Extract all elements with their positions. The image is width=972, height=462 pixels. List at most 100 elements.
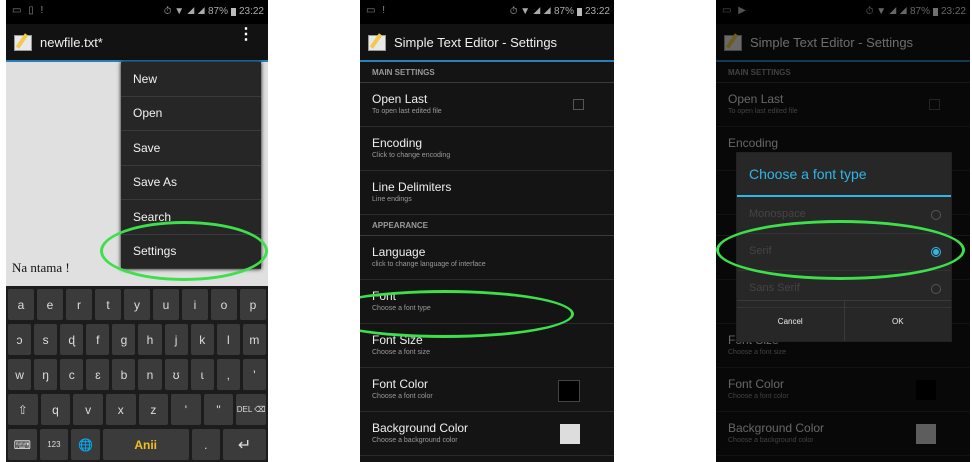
pref-title: Font Size [372,333,423,347]
pref-encoding[interactable]: Encoding Click to change encoding [360,127,614,171]
key[interactable]: s [34,324,58,355]
key[interactable]: c [60,359,84,390]
menu-item-search[interactable]: Search [121,200,261,235]
key[interactable]: n [138,359,162,390]
app-icon[interactable] [12,33,34,51]
battery-percent: 87% [909,6,930,17]
pref-title: Background Color [372,421,469,435]
key[interactable]: ' [242,359,266,390]
pref-title: Line Delimiters [372,180,452,194]
pref-font[interactable]: Font Choose a font type [360,280,614,324]
keyboard-switch-icon[interactable]: ⌨ [8,429,37,460]
menu-item-open[interactable]: Open [121,97,261,131]
editor-text: Na ntama ! [12,260,70,275]
globe-icon[interactable]: 🌐 [71,429,100,460]
key[interactable]: z [138,394,169,425]
option-serif[interactable]: Serif [737,234,951,271]
notification-icons: ▭ ▶ [722,5,748,16]
key[interactable]: ɔ [8,324,32,355]
key[interactable]: , [216,359,240,390]
key[interactable]: l [216,324,240,355]
pref-title: Open Last [728,92,784,106]
key[interactable]: " [203,394,234,425]
key[interactable]: m [242,324,266,355]
key[interactable]: b [112,359,136,390]
open-last-checkbox [929,99,940,110]
section-header-main: MAIN SETTINGS [360,62,614,83]
pref-title: Font [372,289,397,303]
signal-icons: ⏱ ▼ ◢ ◢ [163,6,205,17]
key[interactable]: x [105,394,136,425]
radio-button[interactable] [931,210,941,220]
menu-item-new[interactable]: New [121,62,261,97]
pref-open-last[interactable]: Open Last To open last edited file [360,83,614,127]
key[interactable]: i [182,289,208,320]
overflow-menu: New Open Save Save As Search Settings [121,62,261,269]
keyboard-row-1: a e r t y u i o p [8,289,266,320]
key[interactable]: ɛ [86,359,110,390]
key[interactable]: u [153,289,179,320]
background-color-swatch [916,424,936,444]
pref-subtitle: Choose a font type [372,305,431,312]
pref-background-color[interactable]: Background Color Choose a background col… [360,412,614,456]
key[interactable]: a [8,289,34,320]
radio-button-selected[interactable] [931,247,941,257]
key[interactable]: r [66,289,92,320]
key[interactable]: ŋ [34,359,58,390]
shift-key[interactable]: ⇧ [8,394,38,425]
key[interactable]: ' [171,394,201,425]
delete-key[interactable]: DEL ⌫ [236,394,266,425]
app-icon[interactable] [366,33,388,51]
pref-font-color[interactable]: Font Color Choose a font color [360,368,614,412]
pref-font-size[interactable]: Font Size Choose a font size [360,324,614,368]
pref-line-delimiters[interactable]: Line Delimiters Line endings [360,171,614,215]
option-monospace[interactable]: Monospace [737,197,951,234]
battery-icon [932,7,938,16]
key[interactable]: ɩ [190,359,214,390]
key[interactable]: v [73,394,103,425]
signal-icons: ⏱ ▼ ◢ ◢ [865,6,907,17]
key[interactable]: k [190,324,214,355]
overflow-menu-icon[interactable]: ⋮ [238,27,254,43]
space-key[interactable]: Anii [102,429,189,460]
pref-title: Encoding [372,136,423,150]
option-label: Sans Serif [749,282,800,294]
battery-percent: 87% [553,6,574,17]
key[interactable]: e [37,289,63,320]
key[interactable]: o [211,289,237,320]
key[interactable]: h [138,324,162,355]
open-last-checkbox[interactable] [573,99,584,110]
key[interactable]: ʊ [164,359,188,390]
numbers-key[interactable]: 123 [39,429,69,460]
menu-item-settings[interactable]: Settings [121,235,261,269]
signal-icons: ⏱ ▼ ◢ ◢ [509,6,551,17]
pref-subtitle: Choose a font color [728,393,789,400]
key[interactable]: q [40,394,71,425]
key[interactable]: p [240,289,266,320]
battery-percent: 87% [207,6,228,17]
section-header-main: MAIN SETTINGS [716,62,970,83]
key[interactable]: j [164,324,188,355]
keyboard-row-5: ⌨ 123 🌐 Anii . ↵ [8,429,267,460]
key[interactable]: w [8,359,32,390]
clock: 23:22 [940,6,966,17]
menu-item-save[interactable]: Save [121,131,261,166]
pref-language[interactable]: Language click to change language of int… [360,236,614,280]
radio-button[interactable] [931,284,941,294]
enter-key[interactable]: ↵ [223,429,267,460]
key[interactable]: ɖ [60,324,84,355]
battery-icon [576,7,582,16]
status-bar: ▭ ! ⏱ ▼ ◢ ◢ 87% 23:22 [360,0,614,24]
font-type-dialog: Choose a font type Monospace Serif Sans … [736,152,952,342]
menu-item-save-as[interactable]: Save As [121,166,261,200]
app-icon [722,33,744,51]
key[interactable]: f [86,324,110,355]
font-color-swatch [558,380,580,402]
period-key[interactable]: . [191,429,221,460]
ok-button[interactable]: OK [843,301,952,341]
key[interactable]: y [124,289,150,320]
key[interactable]: t [95,289,121,320]
pref-subtitle: To open last edited file [372,108,442,115]
key[interactable]: g [112,324,136,355]
cancel-button[interactable]: Cancel [737,301,844,341]
